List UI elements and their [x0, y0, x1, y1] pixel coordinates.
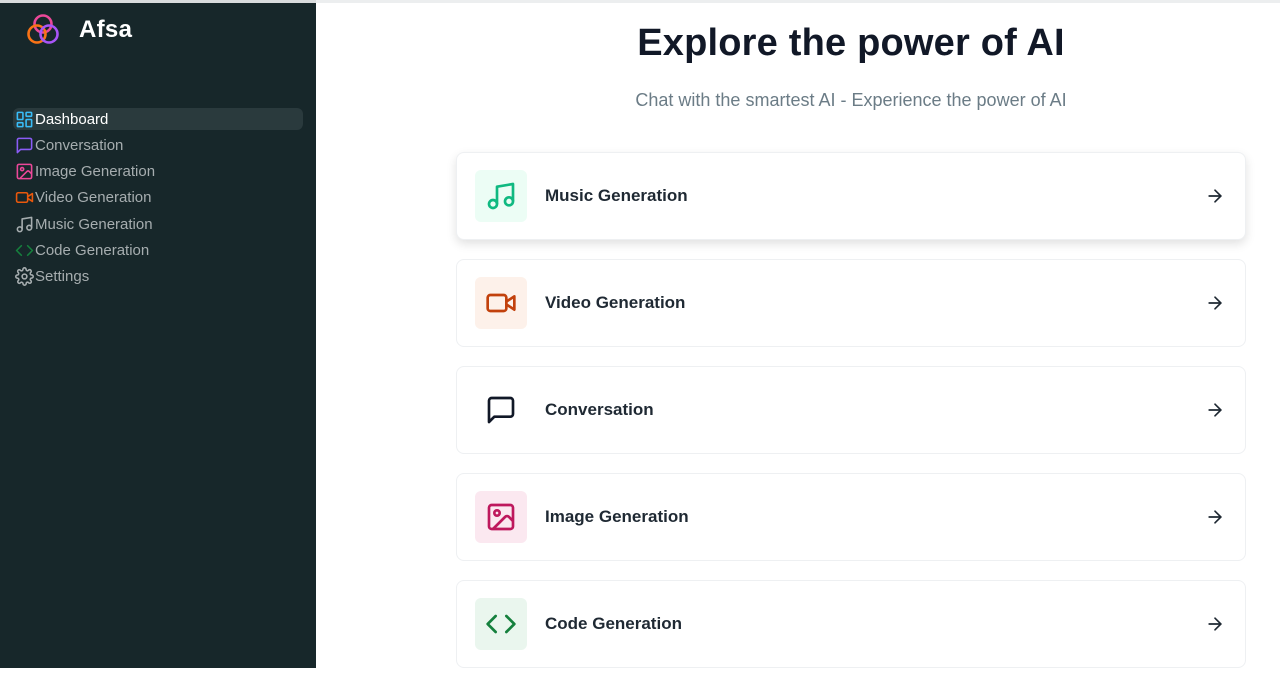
brand-name: Afsa: [79, 16, 133, 43]
sidebar-nav: Dashboard Conversation Image Generation: [13, 108, 303, 292]
message-square-icon: [14, 135, 34, 155]
sidebar-item-settings[interactable]: Settings: [13, 266, 303, 288]
card-video-generation[interactable]: Video Generation: [456, 259, 1246, 347]
sidebar-item-label: Image Generation: [35, 163, 156, 181]
sidebar-item-image-generation[interactable]: Image Generation: [13, 161, 303, 183]
sidebar-top-divider: [0, 0, 316, 3]
sidebar-item-music-generation[interactable]: Music Generation: [13, 213, 303, 235]
arrow-right-icon: [1208, 617, 1222, 631]
arrow-right-icon: [1208, 189, 1222, 203]
image-icon: [14, 162, 34, 182]
card-music-generation[interactable]: Music Generation: [456, 152, 1246, 240]
sidebar-item-label: Settings: [35, 268, 90, 286]
video-icon: [14, 188, 34, 208]
brand[interactable]: Afsa: [25, 12, 132, 48]
code-icon: [14, 240, 34, 260]
page-title: Explore the power of AI: [637, 22, 1065, 64]
arrow-right-icon: [1208, 296, 1222, 310]
sidebar-item-code-generation[interactable]: Code Generation: [13, 239, 303, 261]
card-label: Music Generation: [545, 186, 688, 205]
sidebar: Afsa Dashboard Conversation Image Genera…: [0, 0, 316, 668]
code-icon: [475, 598, 527, 650]
arrow-right-icon: [1208, 403, 1222, 417]
card-label: Conversation: [545, 400, 654, 419]
sidebar-item-conversation[interactable]: Conversation: [13, 134, 303, 156]
sidebar-item-label: Code Generation: [35, 241, 150, 259]
image-icon: [475, 491, 527, 543]
sidebar-item-label: Conversation: [35, 136, 124, 154]
sidebar-item-dashboard[interactable]: Dashboard: [13, 108, 303, 130]
card-label: Code Generation: [545, 614, 682, 633]
card-conversation[interactable]: Conversation: [456, 366, 1246, 454]
main-content: Explore the power of AI Chat with the sm…: [316, 0, 1280, 668]
layout-dashboard-icon: [14, 109, 34, 129]
arrow-right-icon: [1208, 510, 1222, 524]
card-label: Video Generation: [545, 293, 686, 312]
sidebar-item-label: Dashboard: [35, 110, 109, 128]
main-top-divider: [316, 0, 1280, 3]
sidebar-item-label: Music Generation: [35, 215, 153, 233]
video-icon: [475, 277, 527, 329]
music-icon: [475, 170, 527, 222]
tools-list: Music Generation Video Generation Conver…: [456, 152, 1246, 687]
music-icon: [14, 214, 34, 234]
sidebar-item-label: Video Generation: [35, 189, 152, 207]
message-square-icon: [475, 384, 527, 436]
card-image-generation[interactable]: Image Generation: [456, 473, 1246, 561]
settings-icon: [14, 267, 34, 287]
afsa-logo-icon: [27, 14, 59, 44]
page-subtitle: Chat with the smartest AI - Experience t…: [635, 90, 1067, 110]
card-code-generation[interactable]: Code Generation: [456, 580, 1246, 668]
card-label: Image Generation: [545, 507, 689, 526]
sidebar-item-video-generation[interactable]: Video Generation: [13, 187, 303, 209]
